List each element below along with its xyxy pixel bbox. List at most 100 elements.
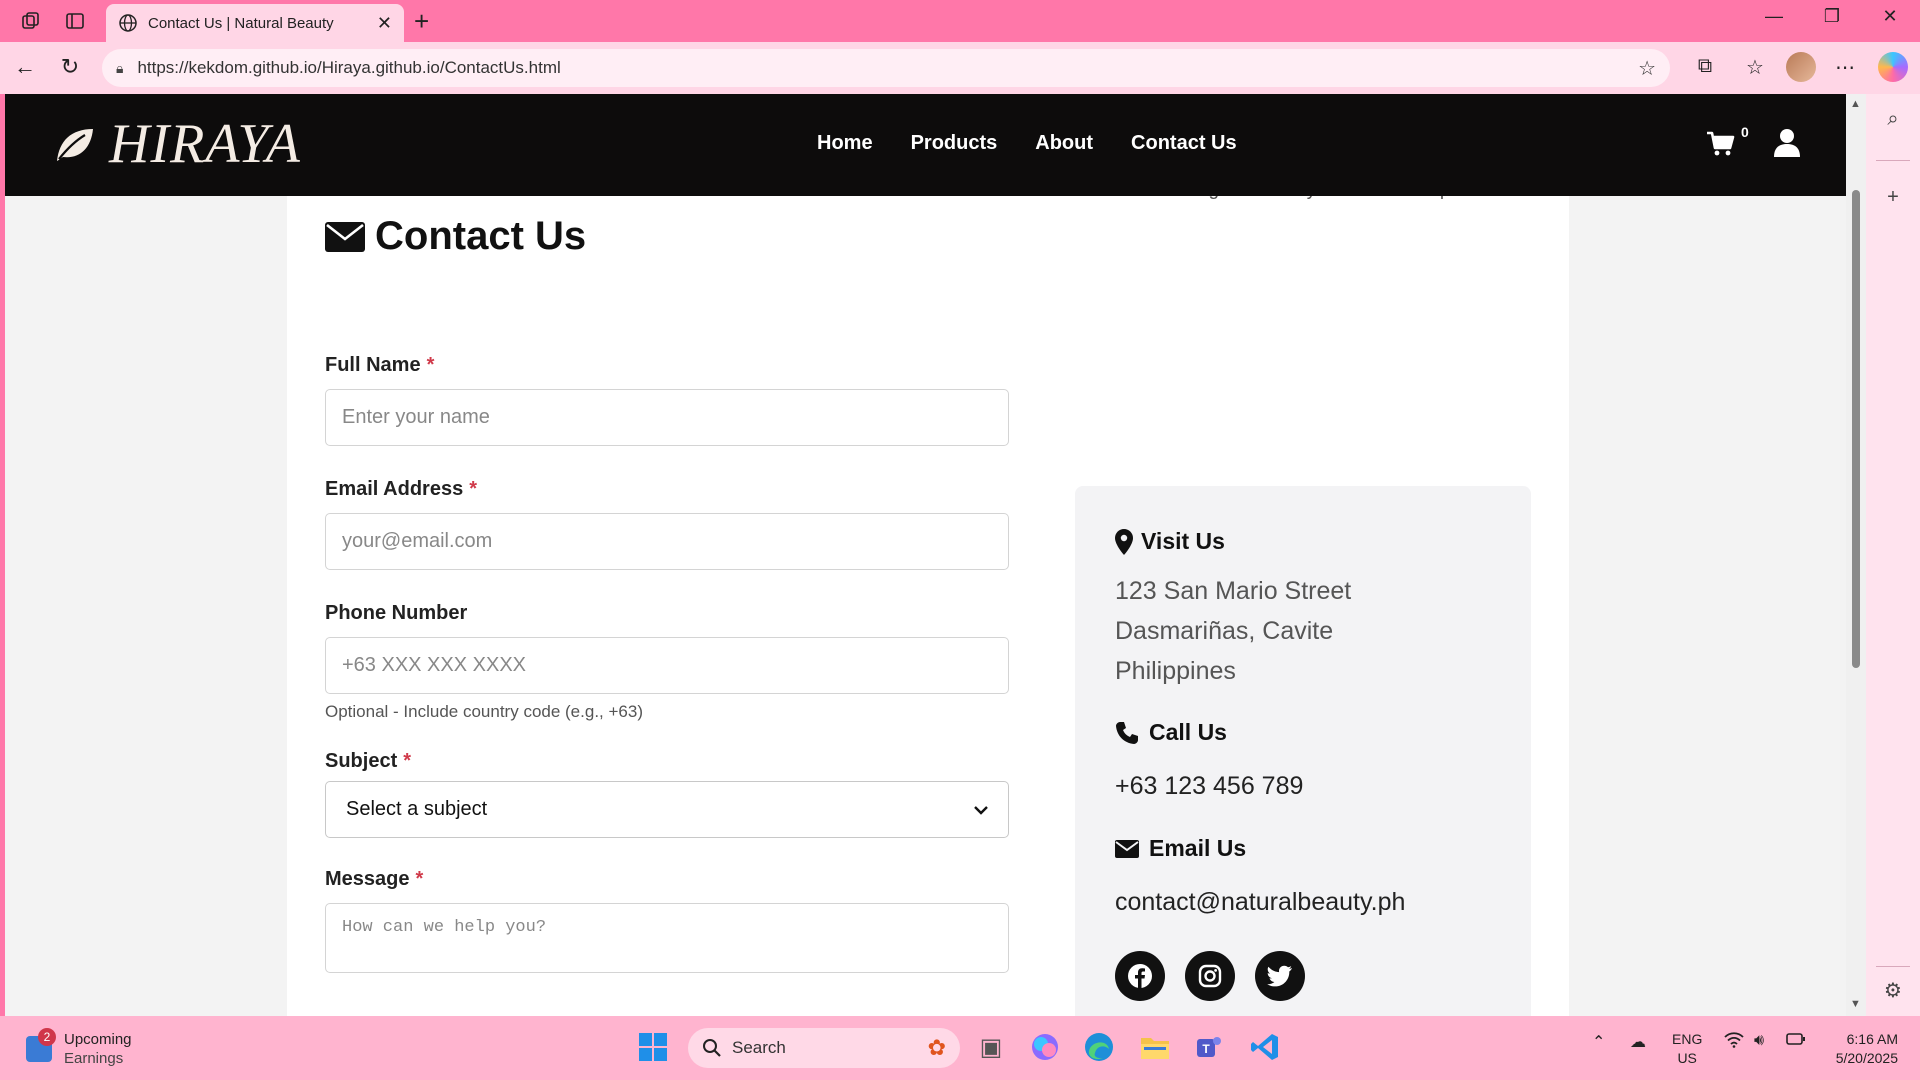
- more-options-icon[interactable]: ⋯: [1830, 55, 1860, 80]
- browser-titlebar: Contact Us | Natural Beauty ✕ + — ❐ ✕: [0, 0, 1920, 42]
- required-mark: *: [403, 750, 412, 772]
- tab-actions-icon[interactable]: [62, 8, 88, 34]
- visit-us-title: Visit Us: [1141, 528, 1225, 554]
- envelope-icon: [325, 221, 365, 252]
- show-hidden-icons-icon[interactable]: ⌃: [1592, 1032, 1605, 1052]
- extensions-icon[interactable]: ⧉: [1690, 55, 1720, 78]
- message-textarea[interactable]: How can we help you?: [325, 903, 1009, 973]
- onedrive-icon[interactable]: ☁: [1630, 1032, 1646, 1052]
- region-code: US: [1677, 1050, 1697, 1066]
- windows-taskbar: 2 Upcoming Earnings Search ✿ ▣ T ⌃ ☁ ENG…: [0, 1016, 1920, 1080]
- nav-about[interactable]: About: [1035, 132, 1093, 155]
- message-label: Message *: [325, 868, 1009, 891]
- file-explorer-icon[interactable]: [1138, 1030, 1172, 1064]
- visit-us-heading: Visit Us: [1115, 528, 1491, 555]
- wifi-icon[interactable]: [1724, 1032, 1744, 1053]
- page-scrollbar[interactable]: ▲ ▼: [1846, 94, 1866, 1016]
- workspaces-icon[interactable]: [18, 8, 44, 34]
- phone-number[interactable]: +63 123 456 789: [1115, 772, 1491, 801]
- address-line-1: 123 San Mario Street: [1115, 577, 1352, 605]
- tab-title: Contact Us | Natural Beauty: [148, 14, 334, 32]
- refresh-button[interactable]: ↻: [55, 54, 85, 80]
- page-viewport: HIRAYA Home Products About Contact Us 0 …: [5, 94, 1846, 1016]
- minimize-button[interactable]: —: [1754, 6, 1794, 27]
- cart-icon[interactable]: [1705, 128, 1735, 158]
- subject-select-value: Select a subject: [346, 798, 488, 820]
- widget-title: Upcoming: [64, 1031, 132, 1048]
- call-us-title: Call Us: [1149, 719, 1227, 745]
- call-us-heading: Call Us: [1115, 719, 1491, 746]
- address-line-3: Philippines: [1115, 657, 1236, 685]
- globe-icon: [119, 14, 137, 32]
- scroll-down-arrow-icon[interactable]: ▼: [1850, 998, 1861, 1010]
- widget-chart-icon: 2: [26, 1028, 56, 1062]
- clock[interactable]: 6:16 AM 5/20/2025: [1812, 1030, 1898, 1068]
- vscode-icon[interactable]: [1248, 1030, 1282, 1064]
- favorites-icon[interactable]: ☆: [1740, 55, 1770, 80]
- phone-input[interactable]: [325, 637, 1009, 694]
- site-navbar: HIRAYA Home Products About Contact Us 0: [5, 94, 1846, 196]
- site-logo[interactable]: HIRAYA: [53, 112, 301, 176]
- search-icon: [703, 1039, 721, 1057]
- teams-icon[interactable]: T: [1192, 1030, 1226, 1064]
- user-account-icon[interactable]: [1773, 128, 1801, 158]
- phone-label: Phone Number: [325, 602, 1009, 625]
- task-view-icon[interactable]: ▣: [974, 1030, 1008, 1064]
- scrollbar-thumb[interactable]: [1852, 190, 1860, 668]
- map-pin-icon: [1115, 528, 1141, 555]
- twitter-icon[interactable]: [1255, 951, 1305, 1001]
- language-indicator[interactable]: ENG US: [1672, 1030, 1702, 1068]
- nav-contact[interactable]: Contact Us: [1131, 132, 1237, 155]
- subject-label-text: Subject: [325, 750, 398, 772]
- close-tab-icon[interactable]: ✕: [377, 13, 392, 34]
- windows-start-icon[interactable]: [636, 1030, 670, 1064]
- clock-time: 6:16 AM: [1846, 1031, 1898, 1047]
- contact-form: Full Name* Email Address* Phone Number O…: [325, 354, 1009, 973]
- email-us-heading: Email Us: [1115, 835, 1491, 862]
- required-mark: *: [426, 354, 435, 376]
- email-label-text: Email Address: [325, 478, 464, 500]
- browser-tab-active[interactable]: Contact Us | Natural Beauty ✕: [106, 4, 404, 42]
- taskbar-search[interactable]: Search ✿: [688, 1028, 960, 1068]
- required-mark: *: [415, 868, 424, 890]
- url-text[interactable]: https://kekdom.github.io/Hiraya.github.i…: [137, 58, 1638, 78]
- subject-select[interactable]: Select a subject: [325, 781, 1009, 838]
- instagram-icon[interactable]: [1185, 951, 1235, 1001]
- copilot-icon[interactable]: [1878, 52, 1908, 82]
- scroll-up-arrow-icon[interactable]: ▲: [1850, 98, 1861, 110]
- back-button[interactable]: ←: [10, 54, 40, 80]
- volume-icon[interactable]: 🔊︎: [1754, 1032, 1764, 1050]
- copilot-app-icon[interactable]: [1028, 1030, 1062, 1064]
- envelope-icon: [1115, 839, 1149, 858]
- search-label: Search: [732, 1038, 786, 1057]
- edge-browser-icon[interactable]: [1082, 1030, 1116, 1064]
- nav-home[interactable]: Home: [817, 132, 873, 155]
- cart-count-badge: 0: [1741, 124, 1749, 140]
- settings-gear-icon[interactable]: ⚙: [1880, 978, 1906, 1003]
- search-highlight-icon: ✿: [927, 1035, 946, 1060]
- email-input[interactable]: [325, 513, 1009, 570]
- subject-label: Subject *: [325, 750, 1009, 773]
- new-tab-button[interactable]: +: [414, 6, 429, 37]
- add-icon[interactable]: +: [1880, 186, 1906, 209]
- language-code: ENG: [1672, 1031, 1703, 1047]
- restore-button[interactable]: ❐: [1812, 6, 1852, 27]
- profile-avatar[interactable]: [1786, 52, 1816, 82]
- phone-label-text: Phone Number: [325, 602, 468, 624]
- search-icon[interactable]: ⌕: [1880, 108, 1906, 131]
- widgets-button[interactable]: 2 Upcoming Earnings: [26, 1028, 132, 1068]
- facebook-icon[interactable]: [1115, 951, 1165, 1001]
- chevron-down-icon: [974, 805, 988, 815]
- favorite-star-icon[interactable]: ☆: [1638, 56, 1656, 81]
- required-mark: *: [469, 478, 477, 500]
- page-heading: Contact Us: [375, 214, 587, 258]
- widget-badge: 2: [38, 1028, 56, 1046]
- widget-text: Upcoming Earnings: [64, 1030, 132, 1068]
- leaf-icon: [57, 129, 93, 161]
- full-name-input[interactable]: [325, 389, 1009, 446]
- close-window-button[interactable]: ✕: [1870, 6, 1910, 27]
- nav-products[interactable]: Products: [911, 132, 998, 155]
- email-address[interactable]: contact@naturalbeauty.ph: [1115, 888, 1491, 917]
- battery-icon[interactable]: [1786, 1032, 1806, 1051]
- address-bar[interactable]: 🔒︎ https://kekdom.github.io/Hiraya.githu…: [102, 49, 1670, 87]
